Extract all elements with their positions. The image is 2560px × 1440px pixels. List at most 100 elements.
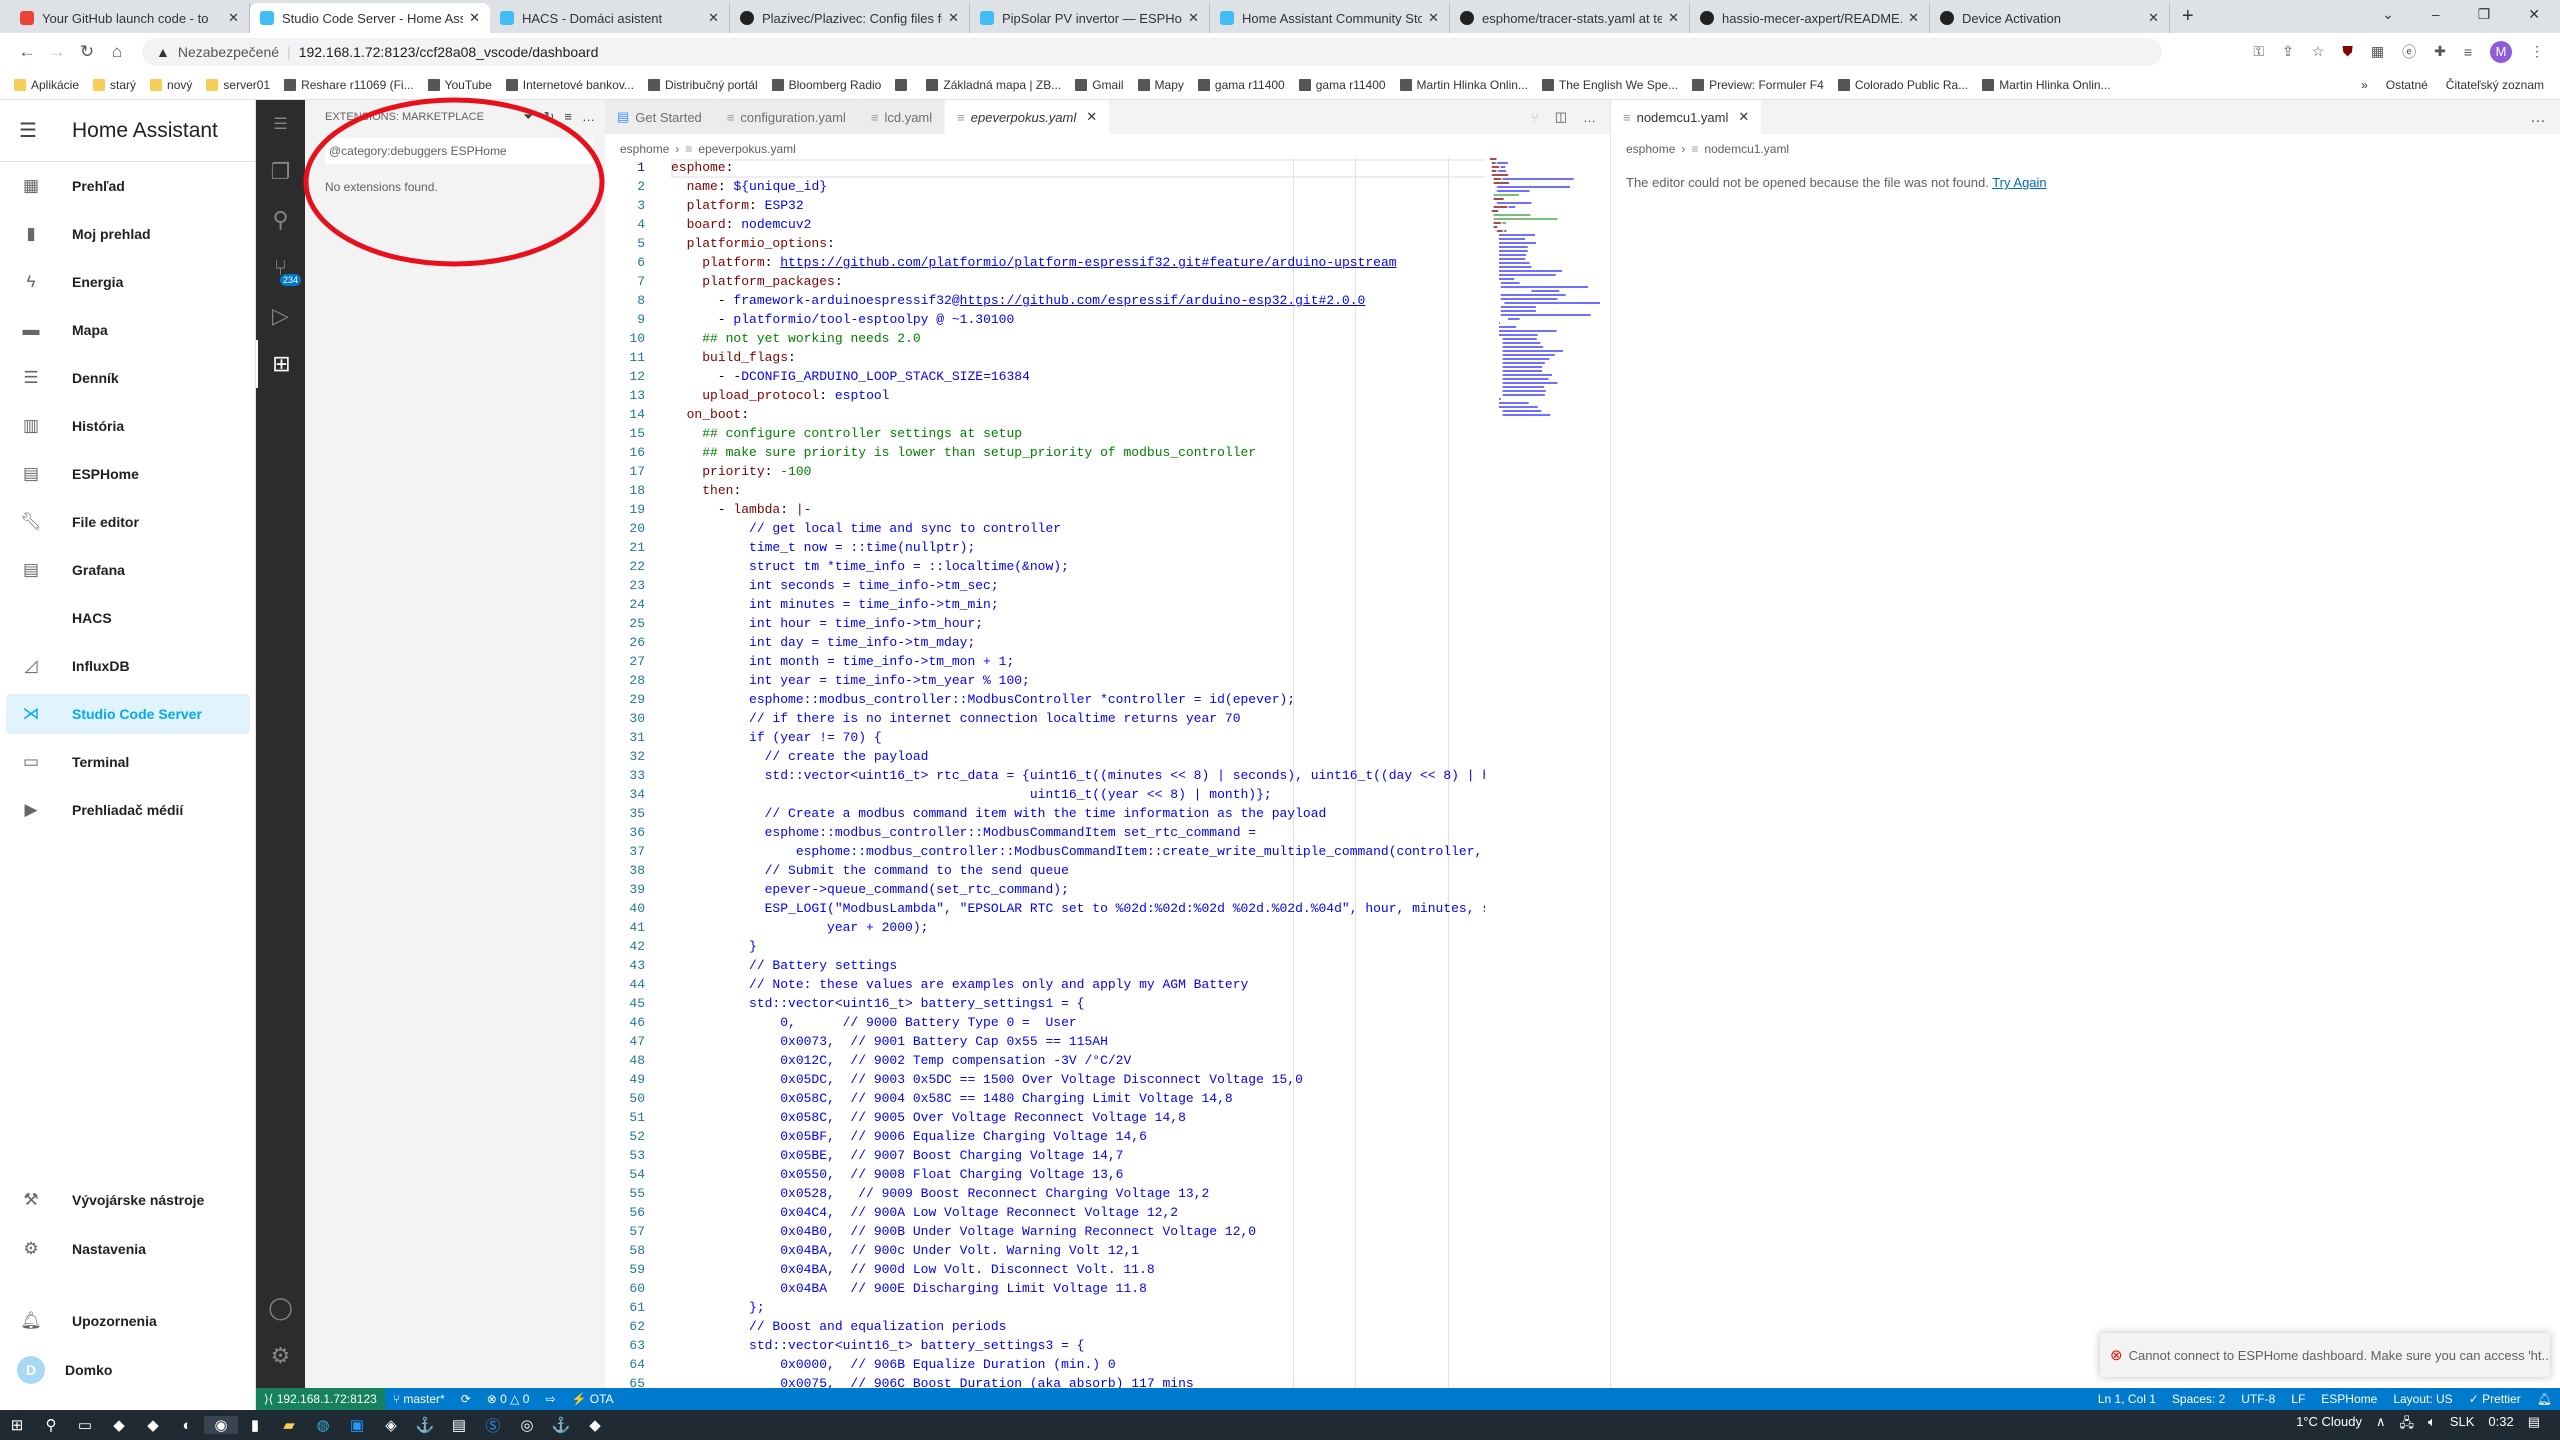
user-profile[interactable]: D Domko xyxy=(6,1350,250,1390)
close-tab-icon[interactable]: ✕ xyxy=(228,10,239,26)
sidebar-item[interactable]: ⋊ Studio Code Server xyxy=(6,694,250,734)
error-notification[interactable]: ⊗ Cannot connect to ESPHome dashboard. M… xyxy=(2100,1333,2550,1377)
clock[interactable]: 0:32 xyxy=(2488,1414,2513,1436)
bookmark[interactable]: Martin Hlinka Onlin... xyxy=(1982,78,2111,92)
bookmark[interactable]: Gmail xyxy=(1075,78,1124,92)
more-icon[interactable]: … xyxy=(582,109,595,125)
file-explorer-icon[interactable]: ▰ xyxy=(272,1416,306,1434)
bookmark[interactable]: gama r11400 xyxy=(1197,78,1285,92)
edge-icon[interactable]: ◍ xyxy=(306,1416,340,1434)
sidebar-item[interactable]: ▦ Prehľad xyxy=(6,166,250,206)
editor-tab[interactable]: ≡ configuration.yaml xyxy=(714,100,859,134)
profile-avatar[interactable]: M xyxy=(2490,40,2512,63)
url-text[interactable]: 192.168.1.72:8123/ccf28a08_vscode/dashbo… xyxy=(299,44,599,60)
notifications-bell-icon[interactable]: 🔔︎ xyxy=(2529,1392,2560,1406)
browser-tab[interactable]: Plazivec/Plazivec: Config files for ✕ xyxy=(730,3,970,33)
breadcrumb-file[interactable]: epeverpokus.yaml xyxy=(698,142,795,156)
breadcrumb-folder[interactable]: esphome xyxy=(1626,142,1675,156)
sidebar-item[interactable]: ▤ ESPHome xyxy=(6,454,250,494)
bookmark[interactable]: Bloomberg Radio xyxy=(771,78,881,92)
try-again-link[interactable]: Try Again xyxy=(1992,175,2046,190)
browser-tab[interactable]: Device Activation ✕ xyxy=(1930,3,2170,33)
browser-tab[interactable]: HACS - Domáci asistent ✕ xyxy=(490,3,730,33)
editor-tab[interactable]: ≡ epeverpokus.yaml ✕ xyxy=(945,100,1111,134)
ublock-icon[interactable]: ⛊ xyxy=(2342,43,2353,60)
sidebar-item[interactable]: ▮ Moj prehlad xyxy=(6,214,250,254)
problems-indicator[interactable]: ⊗ 0 △ 0 xyxy=(479,1392,538,1406)
bookmark[interactable]: Preview: Formuler F4 xyxy=(1692,78,1824,92)
sidebar-item[interactable]: ◿ InfluxDB xyxy=(6,646,250,686)
editor-tab[interactable]: ≡ lcd.yaml xyxy=(858,100,946,134)
weather-widget[interactable]: 1°C Cloudy xyxy=(2296,1414,2362,1436)
task-view-icon[interactable]: ▭ xyxy=(68,1416,102,1434)
bookmark[interactable]: Internetové bankov... xyxy=(505,78,634,92)
app-icon[interactable]: ◎ xyxy=(510,1416,544,1434)
extension-e-icon[interactable]: ⓔ xyxy=(2402,42,2416,62)
split-editor-icon[interactable]: ◫ xyxy=(1555,109,1567,125)
browser-tab[interactable]: PipSolar PV invertor — ESPHome ✕ xyxy=(970,3,1210,33)
network-icon[interactable]: 🖧︎ xyxy=(2400,1414,2415,1436)
code-editor[interactable]: 1 esphome: 2 name: ${unique_id} 3 platform:… xyxy=(605,158,1485,1388)
bookmark[interactable]: Colorado Public Ra... xyxy=(1837,78,1968,92)
star-icon[interactable]: ☆ xyxy=(2312,43,2325,60)
close-tab-icon[interactable]: ✕ xyxy=(1908,10,1919,26)
close-tab-icon[interactable]: ✕ xyxy=(1738,109,1749,125)
app-icon[interactable]: ◆ xyxy=(136,1416,170,1434)
start-icon[interactable]: ⊞ xyxy=(0,1416,34,1434)
status-item[interactable]: Spaces: 2 xyxy=(2164,1392,2233,1406)
close-tab-icon[interactable]: ✕ xyxy=(2148,10,2159,26)
chrome-icon[interactable]: ◉ xyxy=(204,1416,238,1434)
sync-icon[interactable]: ⟳ xyxy=(453,1392,479,1406)
bookmark[interactable]: YouTube xyxy=(427,78,492,92)
bookmark[interactable]: Aplikácie xyxy=(14,78,79,92)
sidebar-item[interactable]: ▥ História xyxy=(6,406,250,446)
reload-button[interactable]: ↻ xyxy=(72,42,102,62)
share-icon[interactable]: ⇪ xyxy=(2282,43,2294,60)
source-control-icon[interactable]: ⑂ 234 xyxy=(256,244,305,292)
editor-tab[interactable]: ▤ Get Started xyxy=(605,100,715,134)
back-button[interactable]: ← xyxy=(12,42,42,62)
app-icon[interactable]: ⚓ xyxy=(544,1416,578,1434)
browser-tab[interactable]: hassio-mecer-axpert/README.md ✕ xyxy=(1690,3,1930,33)
bookmark[interactable]: Ostatné xyxy=(2386,78,2428,92)
close-window-button[interactable]: ✕ xyxy=(2528,6,2540,23)
more-actions-icon[interactable]: … xyxy=(2516,100,2560,134)
status-item[interactable]: Ln 1, Col 1 xyxy=(2090,1392,2164,1406)
app-icon[interactable]: ◈ xyxy=(374,1416,408,1434)
tab-nodemcu1[interactable]: ≡ nodemcu1.yaml ✕ xyxy=(1611,100,1763,134)
sidebar-item[interactable]: HACS xyxy=(6,598,250,638)
bookmark[interactable]: Martin Hlinka Onlin... xyxy=(1399,78,1528,92)
filter-icon[interactable]: ⏷ xyxy=(523,109,533,125)
ota-button[interactable]: ⚡ OTA xyxy=(564,1392,622,1406)
restore-button[interactable]: ❐ xyxy=(2478,6,2491,23)
minimap[interactable] xyxy=(1490,158,1600,698)
compare-icon[interactable]: ⑂ xyxy=(1531,110,1539,125)
browser-tab[interactable]: Your GitHub launch code - to ✕ xyxy=(10,3,250,33)
browser-tab[interactable]: Home Assistant Community Store ✕ xyxy=(1210,3,1450,33)
bookmark[interactable]: starý xyxy=(93,78,136,92)
bookmark[interactable]: » xyxy=(2361,78,2368,92)
sidebar-item[interactable]: ⚙ Nastavenia xyxy=(6,1229,250,1269)
bookmark[interactable]: Mapy xyxy=(1137,78,1184,92)
css-extension-icon[interactable]: ▦ xyxy=(2371,43,2384,60)
status-item[interactable]: UTF-8 xyxy=(2233,1392,2283,1406)
bookmark[interactable]: Čitateľský zoznam xyxy=(2446,78,2544,92)
minimize-button[interactable]: – xyxy=(2432,6,2440,23)
refresh-icon[interactable]: ↻ xyxy=(544,109,555,125)
app-icon[interactable]: ▮ xyxy=(238,1416,272,1434)
breadcrumb-file[interactable]: nodemcu1.yaml xyxy=(1704,142,1789,156)
close-tab-icon[interactable]: ✕ xyxy=(1428,10,1439,26)
bookmark[interactable]: The English We Spe... xyxy=(1541,78,1678,92)
close-tab-icon[interactable]: ✕ xyxy=(469,10,480,26)
branch-indicator[interactable]: ⑂ master* xyxy=(385,1392,453,1406)
calculator-icon[interactable]: ▤ xyxy=(442,1416,476,1434)
bookmark[interactable]: nový xyxy=(150,78,192,92)
volume-icon[interactable]: 🔈︎ xyxy=(2428,1414,2436,1436)
upload-icon[interactable]: ⇨ xyxy=(537,1392,563,1406)
home-button[interactable]: ⌂ xyxy=(102,42,132,62)
media-icon[interactable]: ≡ xyxy=(2464,44,2472,60)
manage-gear-icon[interactable]: ⚙ xyxy=(256,1332,305,1380)
more-actions-icon[interactable]: … xyxy=(1583,110,1596,125)
language-indicator[interactable]: SLK xyxy=(2450,1414,2475,1436)
bookmark[interactable]: server01 xyxy=(206,78,270,92)
